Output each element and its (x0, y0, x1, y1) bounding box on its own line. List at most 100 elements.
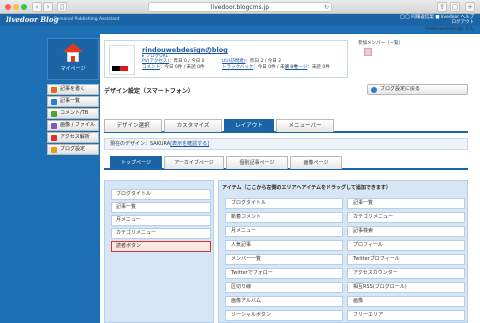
sidebar: マイページ 記事を書く記事一覧コメント/TB 画像 / ファイル アクセス解析 ブログ… (47, 38, 99, 156)
zoom-window-button[interactable] (21, 4, 27, 10)
palette-item[interactable]: Twitterプロフィール (347, 254, 465, 265)
menu-icon (51, 147, 57, 153)
browser-toolbar: ‹ › ▯ livedoor.blogcms.jp ↻ ⇪ ▢ + (0, 0, 480, 14)
comment-value: ：今日 0件 / 未読 0件 (160, 64, 205, 70)
share-icon[interactable]: ⇪ (437, 2, 447, 12)
sidebar-item[interactable]: コメント/TB (47, 108, 99, 119)
sidebar-item[interactable]: 記事を書く (47, 84, 99, 95)
sidebar-item-label: 記事を書く (60, 86, 86, 92)
message-link[interactable]: メッセージ (285, 65, 307, 70)
site-tagline: Personal Publishing Assistant (54, 17, 120, 22)
sidebar-item-label: 画像 / ファイル (60, 122, 95, 128)
forward-arrow-icon[interactable]: › (43, 2, 53, 12)
preview-design-link[interactable]: [表示を確認する] (170, 141, 209, 147)
pv-value: ：昨日 0 / 今日 0 (169, 59, 205, 64)
palette-item[interactable]: 人気記事 (225, 240, 343, 251)
site-logo[interactable]: livedoor Blog (6, 15, 58, 24)
sidebar-item[interactable]: 画像 / ファイル (47, 120, 99, 131)
page-type-tabs: トップページ アーカイブページ 個別記事ページ 画像ページ (104, 156, 468, 170)
message-value: ：未読 0件 (307, 64, 330, 70)
close-window-button[interactable] (5, 4, 11, 10)
uu-value: ：昨日 2 / 今日 2 (245, 59, 282, 64)
palette-item[interactable]: 区切り線 (225, 282, 343, 293)
url-text: livedoor.blogcms.jp (210, 4, 270, 11)
current-design-bar: 現在のデザイン：SAKURA[表示を確認する] (104, 138, 468, 150)
mypage-label: マイページ (60, 66, 86, 72)
pv-link[interactable]: PV(アクセス) (142, 59, 169, 64)
menu-icon (51, 123, 57, 129)
minimize-window-button[interactable] (13, 4, 19, 10)
sidebar-item[interactable]: ブログ設定 (47, 144, 99, 155)
menu-icon (51, 135, 57, 141)
palette-item[interactable]: 記事検索 (347, 226, 465, 237)
palette-item[interactable]: メンバー一覧 (225, 254, 343, 265)
blog-info-box: rindouwebdesignのblog ▸ ブログURL PV(アクセス)：昨… (104, 40, 348, 78)
layout-item[interactable]: カテゴリメニュー (111, 228, 211, 239)
tab-layout[interactable]: レイアウト (224, 119, 274, 132)
palette-item[interactable]: Twitterでフォロー (225, 268, 343, 279)
item-palette: アイテム（ここから左側のエリアへアイテムをドラッグして追加できます） ブログタイ… (218, 180, 468, 323)
subtab-article-page[interactable]: 個別記事ページ (226, 156, 288, 169)
sidebar-item[interactable]: アクセス解析 (47, 132, 99, 143)
back-to-settings-button[interactable]: ブログ設定に戻る (367, 84, 468, 95)
palette-item[interactable]: アクセスカウンター (347, 268, 465, 279)
menu-icon (51, 111, 57, 117)
members-list-link[interactable]: 一覧 (390, 41, 399, 46)
members-label: 参加メンバー（一覧） (358, 41, 403, 46)
back-arrow-icon[interactable]: ‹ (32, 2, 42, 12)
palette-item[interactable]: 相互RSS(ブログロール) (347, 282, 465, 293)
reload-icon[interactable]: ↻ (324, 3, 329, 12)
layout-item[interactable]: 月メニュー (111, 215, 211, 226)
palette-item[interactable]: プロフィール (347, 240, 465, 251)
back-icon (371, 87, 377, 93)
uu-link[interactable]: UU(訪問者) (222, 59, 246, 64)
layout-item[interactable]: ブログタイトル (111, 189, 211, 200)
item-palette-title: アイテム（ここから左側のエリアへアイテムをドラッグして追加できます） (222, 185, 391, 191)
header-links: ◯◯ 同報返信案 ■ livedoor ヘルプ ログアウト (400, 15, 474, 25)
sidebar-menu: 記事を書く記事一覧コメント/TB 画像 / ファイル アクセス解析 ブログ設定 (47, 84, 99, 155)
menu-icon (51, 87, 57, 93)
comment-link[interactable]: コメント (142, 65, 160, 70)
palette-item[interactable]: フリーエリア (347, 310, 465, 321)
subtab-archive-page[interactable]: アーカイブページ (164, 156, 224, 169)
subtab-top-page[interactable]: トップページ (110, 156, 162, 169)
user-name: rindouwebdesign さん (424, 27, 474, 32)
sidebar-item[interactable]: 記事一覧 (47, 96, 99, 107)
layout-item[interactable]: 記事一覧 (111, 202, 211, 213)
sidebar-item-label: アクセス解析 (60, 134, 90, 140)
sidebar-toggle-icon[interactable]: ▯ (57, 2, 67, 12)
palette-item[interactable]: 画像 (347, 296, 465, 307)
layout-item[interactable]: 読者ボタン (111, 241, 211, 252)
tabs-overview-icon[interactable]: ▢ (450, 2, 460, 12)
palette-item[interactable]: 記事一覧 (347, 198, 465, 209)
tab-design-select[interactable]: デザイン選択 (104, 119, 162, 132)
tab-customize[interactable]: カスタマイズ (164, 119, 222, 132)
logout-link[interactable]: ログアウト (400, 20, 475, 25)
tab-menubar[interactable]: メニューバー (276, 119, 334, 132)
sidebar-item-label: 記事一覧 (60, 98, 81, 104)
blog-stats: PV(アクセス)：昨日 0 / 今日 0 UU(訪問者)：昨日 2 / 今日 2… (142, 59, 330, 70)
blog-thumbnail[interactable] (109, 45, 135, 75)
new-tab-icon[interactable]: + (465, 2, 475, 12)
menu-icon (51, 99, 57, 105)
sidebar-item-label: ブログ設定 (60, 146, 86, 152)
layout-area: ブログタイトル 記事一覧月メニューカテゴリメニュー 読者ボタン (104, 180, 214, 323)
house-icon (63, 43, 83, 63)
palette-item[interactable]: ブログタイトル (225, 198, 343, 209)
current-design-label: 現在のデザイン：SAKURA (110, 141, 171, 147)
mypage-button[interactable]: マイページ (47, 38, 99, 80)
site-header: livedoor Blog Personal Publishing Assist… (0, 14, 480, 26)
address-bar[interactable]: livedoor.blogcms.jp ↻ (148, 2, 332, 12)
palette-item[interactable]: 画像アルバム (225, 296, 343, 307)
palette-item[interactable]: 月メニュー (225, 226, 343, 237)
palette-item[interactable]: カテゴリメニュー (347, 212, 465, 223)
sidebar-item-label: コメント/TB (60, 110, 89, 116)
palette-item[interactable]: ソーシャルボタン (225, 310, 343, 321)
design-tabs: デザイン選択 カスタマイズ レイアウト メニューバー (104, 119, 468, 133)
avatar[interactable] (364, 48, 372, 56)
trackback-link[interactable]: トラックバック (222, 65, 253, 70)
palette-item[interactable]: 新着コメント (225, 212, 343, 223)
members-box: 参加メンバー（一覧） (358, 40, 468, 70)
subtab-image-page[interactable]: 画像ページ (290, 156, 342, 169)
page-title: デザイン設定（スマートフォン） (104, 88, 194, 95)
